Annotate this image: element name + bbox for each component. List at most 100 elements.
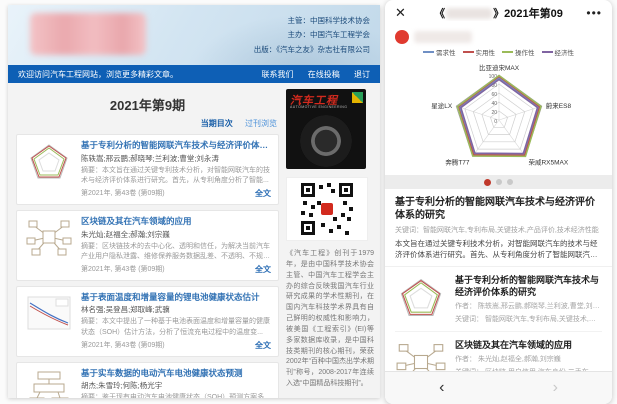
article-card[interactable]: 基于表面温度和增量容量的锂电池健康状态估计 林名强;吴登昌;郑取峰;武骥 摘要：… <box>16 286 279 357</box>
legend-swatch <box>423 51 434 53</box>
page-title-prefix: 《 <box>434 5 445 21</box>
network-diagram-thumbnail-icon <box>24 216 74 258</box>
fulltext-link[interactable]: 全文 <box>255 188 271 199</box>
radar-tick-label: 20 <box>491 110 497 116</box>
feature-title[interactable]: 基于专利分析的智能网联汽车技术与经济评价体系的研究 <box>395 196 602 222</box>
article-abstract: 摘要：鉴于现有电动汽车电池健康状态（SOH）预测方案多基于条件有限实验室的实验数… <box>81 393 271 398</box>
tab-archive-browse[interactable]: 过刊浏览 <box>245 119 277 128</box>
article-card[interactable]: 基于专利分析的智能网联汽车技术与经济评价体系的研究 陈轶嵩;邢云鹏;郝晓琴;兰利… <box>16 134 279 205</box>
mobile-header: ✕ 《 》2021年第09 ••• <box>385 0 612 26</box>
article-title[interactable]: 区块链及其在汽车领域的应用 <box>81 216 271 227</box>
item-keywords: 关键词： 智能网联汽车,专利布局,关键技术,产品评... <box>455 314 602 324</box>
article-abstract: 摘要：本文中提出了一种基于电池表面温度和增量容量的健康状态（SOH）估计方法，分… <box>81 317 271 337</box>
legend-item: 实用性 <box>463 47 496 57</box>
journal-cover[interactable]: 汽车工程 AUTOMOTIVE ENGINEERING <box>286 89 366 169</box>
legend-item: 操作性 <box>502 47 535 57</box>
mobile-bottom-nav: ‹ › <box>385 371 612 404</box>
carousel-dot[interactable] <box>484 179 491 186</box>
radar-axis-label: 星途LX <box>431 101 453 110</box>
article-list-column: 2021年第9期 当期目次 过刊浏览 <box>16 89 279 398</box>
close-icon[interactable]: ✕ <box>395 5 415 21</box>
fulltext-link[interactable]: 全文 <box>255 264 271 275</box>
article-title[interactable]: 基于实车数据的电动汽车电池健康状态预测 <box>81 368 271 379</box>
account-name-redacted <box>414 31 472 43</box>
item-title[interactable]: 区块链及其在汽车领域的应用 <box>455 339 602 351</box>
article-authors: 林名强;吴登昌;郑取峰;武骥 <box>81 304 271 315</box>
cover-corner-mark <box>352 92 363 103</box>
radar-axis-label: 比亚迪宋MAX <box>478 63 519 72</box>
radar-chart: 020406080100比亚迪宋MAX蔚来ES8荣威RX5MAX奔腾T77星途L… <box>385 57 612 175</box>
issue-title: 2021年第9期 <box>16 95 279 114</box>
masthead-sponsor: 主办：中国汽车工程学会 <box>254 28 370 42</box>
article-meta: 第2021年, 第43卷 (第09期) <box>81 264 165 274</box>
article-authors: 陈轶嵩;邢云鹏;郝晓琴;兰利波;曹堂;刘永涛 <box>81 153 271 164</box>
item-authors: 作者： 朱光灿,赵福全,郝瀚,刘宗巍 <box>455 354 602 364</box>
page-title: 《 》2021年第09 <box>415 5 582 21</box>
radar-chart-thumbnail-icon <box>24 140 74 182</box>
feature-excerpt: 本文旨在通过关键专利技术分析，对智能网联汽车的技术与经济评价体系进行研究。首先、… <box>395 238 602 261</box>
issue-tabs: 当期目次 过刊浏览 <box>16 118 279 129</box>
journal-intro-text: 《汽车工程》创刊于1979年，是由中国科学技术协会主管、中国汽车工程学会主办的综… <box>286 249 374 390</box>
radar-tick-label: 0 <box>494 119 497 125</box>
item-title[interactable]: 基于专利分析的智能网联汽车技术与经济评价体系的研究 <box>455 274 602 298</box>
masthead-publisher: 出版：《汽车之友》杂志社有限公司 <box>254 43 370 57</box>
radar-tick-label: 40 <box>491 101 497 107</box>
legend-label: 需求性 <box>436 47 456 57</box>
legend-item: 需求性 <box>423 47 456 57</box>
masthead-supervisor: 主管：中国科学技术协会 <box>254 14 370 28</box>
journal-site-window: 主管：中国科学技术协会 主办：中国汽车工程学会 出版：《汽车之友》杂志社有限公司… <box>8 5 380 398</box>
legend-label: 操作性 <box>515 47 535 57</box>
site-logo-redacted <box>30 13 146 55</box>
qr-code <box>286 177 368 241</box>
welcome-links: 联系我们 在线投稿 退订 <box>250 69 370 80</box>
article-card[interactable]: 基于实车数据的电动汽车电池健康状态预测 胡杰;朱雪玲;何陈;杨光宇 摘要：鉴于现… <box>16 362 279 398</box>
carousel-dot[interactable] <box>496 179 502 185</box>
article-authors: 朱光灿;赵福全;郝瀚;刘宗巍 <box>81 229 271 240</box>
list-item[interactable]: 基于专利分析的智能网联汽车技术与经济评价体系的研究 作者： 陈轶嵩,邢云鹏,郝晓… <box>395 267 602 332</box>
legend-swatch <box>542 51 553 53</box>
submit-link[interactable]: 在线投稿 <box>308 70 340 79</box>
carousel-dots <box>385 175 612 189</box>
article-meta: 第2021年, 第43卷 (第09期) <box>81 188 165 198</box>
article-meta: 第2021年, 第43卷 (第09期) <box>81 340 165 350</box>
journal-name-redacted <box>446 8 492 19</box>
feature-article: 基于专利分析的智能网联汽车技术与经济评价体系的研究 关键词：智能网联汽车,专利布… <box>385 189 612 267</box>
car-wheel-graphic <box>300 115 352 167</box>
welcome-bar: 欢迎访问汽车工程网站，浏览更多精彩文章。 联系我们 在线投稿 退订 <box>8 65 380 83</box>
radar-chart-thumbnail-icon <box>395 274 447 320</box>
welcome-message: 欢迎访问汽车工程网站，浏览更多精彩文章。 <box>18 69 178 80</box>
article-authors: 胡杰;朱雪玲;何陈;杨光宇 <box>81 380 271 391</box>
site-content: 2021年第9期 当期目次 过刊浏览 <box>8 83 380 398</box>
account-avatar[interactable] <box>395 30 409 44</box>
item-authors: 作者： 陈轶嵩,邢云鹏,郝晓琴,兰利波,曹堂,刘永涛 <box>455 301 602 311</box>
article-title[interactable]: 基于表面温度和增量容量的锂电池健康状态估计 <box>81 292 271 303</box>
article-abstract: 摘要：区块链技术的去中心化、透明和信任，为解决当前汽车产业用户隐私泄露、维修保养… <box>81 242 271 262</box>
mobile-article-window: ✕ 《 》2021年第09 ••• 需求性实用性操作性经济性 020406080… <box>385 0 612 404</box>
article-title[interactable]: 基于专利分析的智能网联汽车技术与经济评价体系的研究 <box>81 140 271 151</box>
legend-swatch <box>463 51 474 53</box>
block-diagram-thumbnail-icon <box>24 368 74 398</box>
journal-cover-subtitle: AUTOMOTIVE ENGINEERING <box>290 105 347 109</box>
account-row <box>385 26 612 46</box>
page-title-suffix: 》2021年第09 <box>493 5 563 21</box>
screenshot-stage: 主管：中国科学技术协会 主办：中国汽车工程学会 出版：《汽车之友》杂志社有限公司… <box>0 0 617 404</box>
legend-item: 经济性 <box>542 47 575 57</box>
radar-axis-label: 奔腾T77 <box>445 157 470 166</box>
radar-axis-label: 荣威RX5MAX <box>528 157 568 166</box>
nav-back-button[interactable]: ‹ <box>385 372 499 404</box>
fulltext-link[interactable]: 全文 <box>255 340 271 351</box>
article-card[interactable]: 区块链及其在汽车领域的应用 朱光灿;赵福全;郝瀚;刘宗巍 摘要：区块链技术的去中… <box>16 210 279 281</box>
contact-link[interactable]: 联系我们 <box>262 70 294 79</box>
legend-label: 经济性 <box>555 47 575 57</box>
unsubscribe-link[interactable]: 退订 <box>354 70 370 79</box>
radar-tick-label: 60 <box>491 92 497 98</box>
legend-swatch <box>502 51 513 53</box>
nav-forward-button[interactable]: › <box>499 372 613 404</box>
feature-keywords: 关键词：智能网联汽车,专利布局,关键技术,产品评价,技术经济性能 <box>395 225 602 235</box>
masthead: 主管：中国科学技术协会 主办：中国汽车工程学会 出版：《汽车之友》杂志社有限公司 <box>254 14 370 57</box>
tab-current-toc[interactable]: 当期目次 <box>201 119 233 128</box>
carousel-dot[interactable] <box>507 179 513 185</box>
more-menu-icon[interactable]: ••• <box>582 6 602 20</box>
article-abstract: 摘要：本文旨在通过关键专利技术分析，对智能网联汽车的技术与经济评价体系进行研究。… <box>81 166 271 186</box>
radar-legend: 需求性实用性 操作性 经济性 <box>385 47 612 57</box>
